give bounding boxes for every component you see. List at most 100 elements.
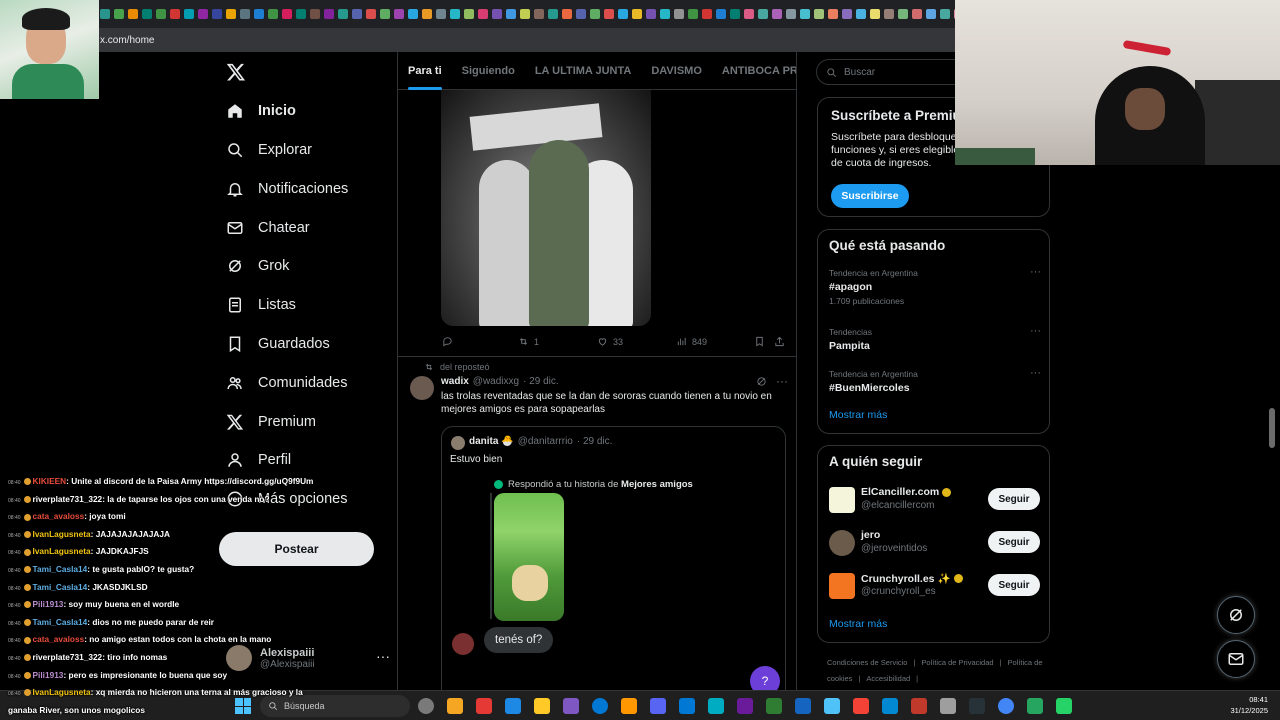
- browser-tab-favicon-icon[interactable]: [786, 9, 796, 19]
- footer-link[interactable]: Accesibilidad: [866, 674, 910, 683]
- taskbar-app-icon[interactable]: [592, 698, 608, 714]
- taskbar-app-icon[interactable]: [911, 698, 927, 714]
- sidebar-item-comunidades[interactable]: Comunidades: [226, 368, 347, 398]
- sidebar-item-notificaciones[interactable]: Notificaciones: [226, 174, 348, 204]
- taskbar-app-icon[interactable]: [1027, 698, 1043, 714]
- browser-tab-favicon-icon[interactable]: [800, 9, 810, 19]
- chat-username[interactable]: riverplate731_322: [33, 494, 103, 504]
- chat-username[interactable]: Tami_Casla14: [33, 617, 88, 627]
- browser-tab-favicon-icon[interactable]: [618, 9, 628, 19]
- browser-tab-favicon-icon[interactable]: [352, 9, 362, 19]
- footer-link[interactable]: Política de Privacidad: [921, 658, 993, 667]
- browser-tab-favicon-icon[interactable]: [296, 9, 306, 19]
- taskbar-app-icon[interactable]: [766, 698, 782, 714]
- system-clock[interactable]: 08:41 31/12/2025: [1230, 694, 1268, 716]
- views-button[interactable]: 849: [676, 336, 707, 347]
- browser-tab-favicon-icon[interactable]: [464, 9, 474, 19]
- trends-show-more[interactable]: Mostrar más: [829, 409, 887, 421]
- browser-tab-favicon-icon[interactable]: [212, 9, 222, 19]
- browser-tab-favicon-icon[interactable]: [184, 9, 194, 19]
- follow-suggestion[interactable]: ElCanciller.com @elcancillercom Seguir: [829, 486, 1041, 514]
- browser-tab-favicon-icon[interactable]: [912, 9, 922, 19]
- browser-tab-favicon-icon[interactable]: [870, 9, 880, 19]
- browser-tab-favicon-icon[interactable]: [828, 9, 838, 19]
- grok-icon[interactable]: [756, 376, 767, 390]
- browser-tab-favicon-icon[interactable]: [128, 9, 138, 19]
- taskbar-app-icon[interactable]: [737, 698, 753, 714]
- reply-button[interactable]: [442, 336, 458, 347]
- browser-tab-favicon-icon[interactable]: [856, 9, 866, 19]
- more-icon[interactable]: ···: [376, 648, 390, 664]
- subscribe-button[interactable]: Suscribirse: [831, 184, 909, 208]
- browser-tab-favicon-icon[interactable]: [884, 9, 894, 19]
- browser-tab-favicon-icon[interactable]: [646, 9, 656, 19]
- sidebar-item-inicio[interactable]: Inicio: [226, 96, 296, 126]
- browser-tab-favicon-icon[interactable]: [324, 9, 334, 19]
- trend-item[interactable]: Tendencia en Argentina #apagon 1.709 pub…: [829, 266, 1041, 306]
- chat-username[interactable]: KIKIEEN: [33, 476, 67, 486]
- bookmark-button[interactable]: [754, 336, 765, 347]
- browser-tab-favicon-icon[interactable]: [674, 9, 684, 19]
- browser-tab-favicon-icon[interactable]: [394, 9, 404, 19]
- footer-link[interactable]: Condiciones de Servicio: [827, 658, 907, 667]
- browser-tab-favicon-icon[interactable]: [940, 9, 950, 19]
- sidebar-item-perfil[interactable]: Perfil: [226, 445, 291, 475]
- chat-username[interactable]: Pili1913: [33, 670, 64, 680]
- like-button[interactable]: 33: [597, 336, 623, 347]
- chat-username[interactable]: IvanLagusneta: [33, 529, 91, 539]
- messages-float-button[interactable]: [1217, 640, 1255, 678]
- taskbar-app-icon[interactable]: [563, 698, 579, 714]
- browser-tab-favicon-icon[interactable]: [548, 9, 558, 19]
- taskbar-app-icon[interactable]: [882, 698, 898, 714]
- browser-tab-favicon-icon[interactable]: [926, 9, 936, 19]
- tweet-date[interactable]: · 29 dic.: [523, 376, 559, 387]
- browser-tab-favicon-icon[interactable]: [604, 9, 614, 19]
- browser-tab-favicon-icon[interactable]: [254, 9, 264, 19]
- chat-username[interactable]: cata_avaloss: [33, 511, 85, 521]
- taskbar-app-icon[interactable]: [1056, 698, 1072, 714]
- browser-tab-favicon-icon[interactable]: [520, 9, 530, 19]
- taskbar-app-icon[interactable]: [969, 698, 985, 714]
- browser-tab-favicon-icon[interactable]: [240, 9, 250, 19]
- browser-tab-favicon-icon[interactable]: [492, 9, 502, 19]
- browser-tab-favicon-icon[interactable]: [758, 9, 768, 19]
- browser-tab-favicon-icon[interactable]: [380, 9, 390, 19]
- browser-tab-favicon-icon[interactable]: [590, 9, 600, 19]
- tweet-author-name[interactable]: wadix: [441, 376, 469, 387]
- tab-3[interactable]: DAVISMO: [641, 52, 712, 90]
- browser-tab-favicon-icon[interactable]: [198, 9, 208, 19]
- chat-username[interactable]: IvanLagusneta: [33, 546, 91, 556]
- browser-tab-favicon-icon[interactable]: [156, 9, 166, 19]
- taskbar-app-icon[interactable]: [998, 698, 1014, 714]
- url-text[interactable]: x.com/home: [100, 35, 154, 46]
- sidebar-item-listas[interactable]: Listas: [226, 290, 296, 320]
- story-image[interactable]: [494, 493, 564, 621]
- browser-tab-favicon-icon[interactable]: [436, 9, 446, 19]
- browser-tab-favicon-icon[interactable]: [716, 9, 726, 19]
- trend-item[interactable]: Tendencias Pampita ···: [829, 325, 1041, 352]
- tweet-photo[interactable]: [441, 90, 651, 326]
- more-icon[interactable]: ···: [776, 374, 788, 388]
- sidebar-item-guardados[interactable]: Guardados: [226, 329, 330, 359]
- browser-tab-favicon-icon[interactable]: [142, 9, 152, 19]
- browser-tab-favicon-icon[interactable]: [478, 9, 488, 19]
- browser-tab-favicon-icon[interactable]: [114, 9, 124, 19]
- chat-username[interactable]: Tami_Casla14: [33, 564, 88, 574]
- sidebar-item-premium[interactable]: Premium: [226, 407, 316, 437]
- browser-tab-favicon-icon[interactable]: [506, 9, 516, 19]
- taskbar-app-icon[interactable]: [505, 698, 521, 714]
- browser-tab-favicon-icon[interactable]: [310, 9, 320, 19]
- browser-tab-favicon-icon[interactable]: [408, 9, 418, 19]
- browser-tab-favicon-icon[interactable]: [562, 9, 572, 19]
- taskbar-app-icon[interactable]: [824, 698, 840, 714]
- browser-tab-favicon-icon[interactable]: [422, 9, 432, 19]
- follow-suggestion[interactable]: jero @jeroveintidos Seguir: [829, 529, 1041, 557]
- more-icon[interactable]: ···: [1030, 325, 1041, 337]
- scrollbar[interactable]: [1269, 408, 1275, 448]
- browser-tab-favicon-icon[interactable]: [366, 9, 376, 19]
- taskbar-app-icon[interactable]: [650, 698, 666, 714]
- taskbar-app-icon[interactable]: [795, 698, 811, 714]
- grok-float-button[interactable]: [1217, 596, 1255, 634]
- quoted-tweet[interactable]: danita 🐣 @danitarrrio · 29 dic. Estuvo b…: [441, 426, 786, 720]
- browser-tab-favicon-icon[interactable]: [170, 9, 180, 19]
